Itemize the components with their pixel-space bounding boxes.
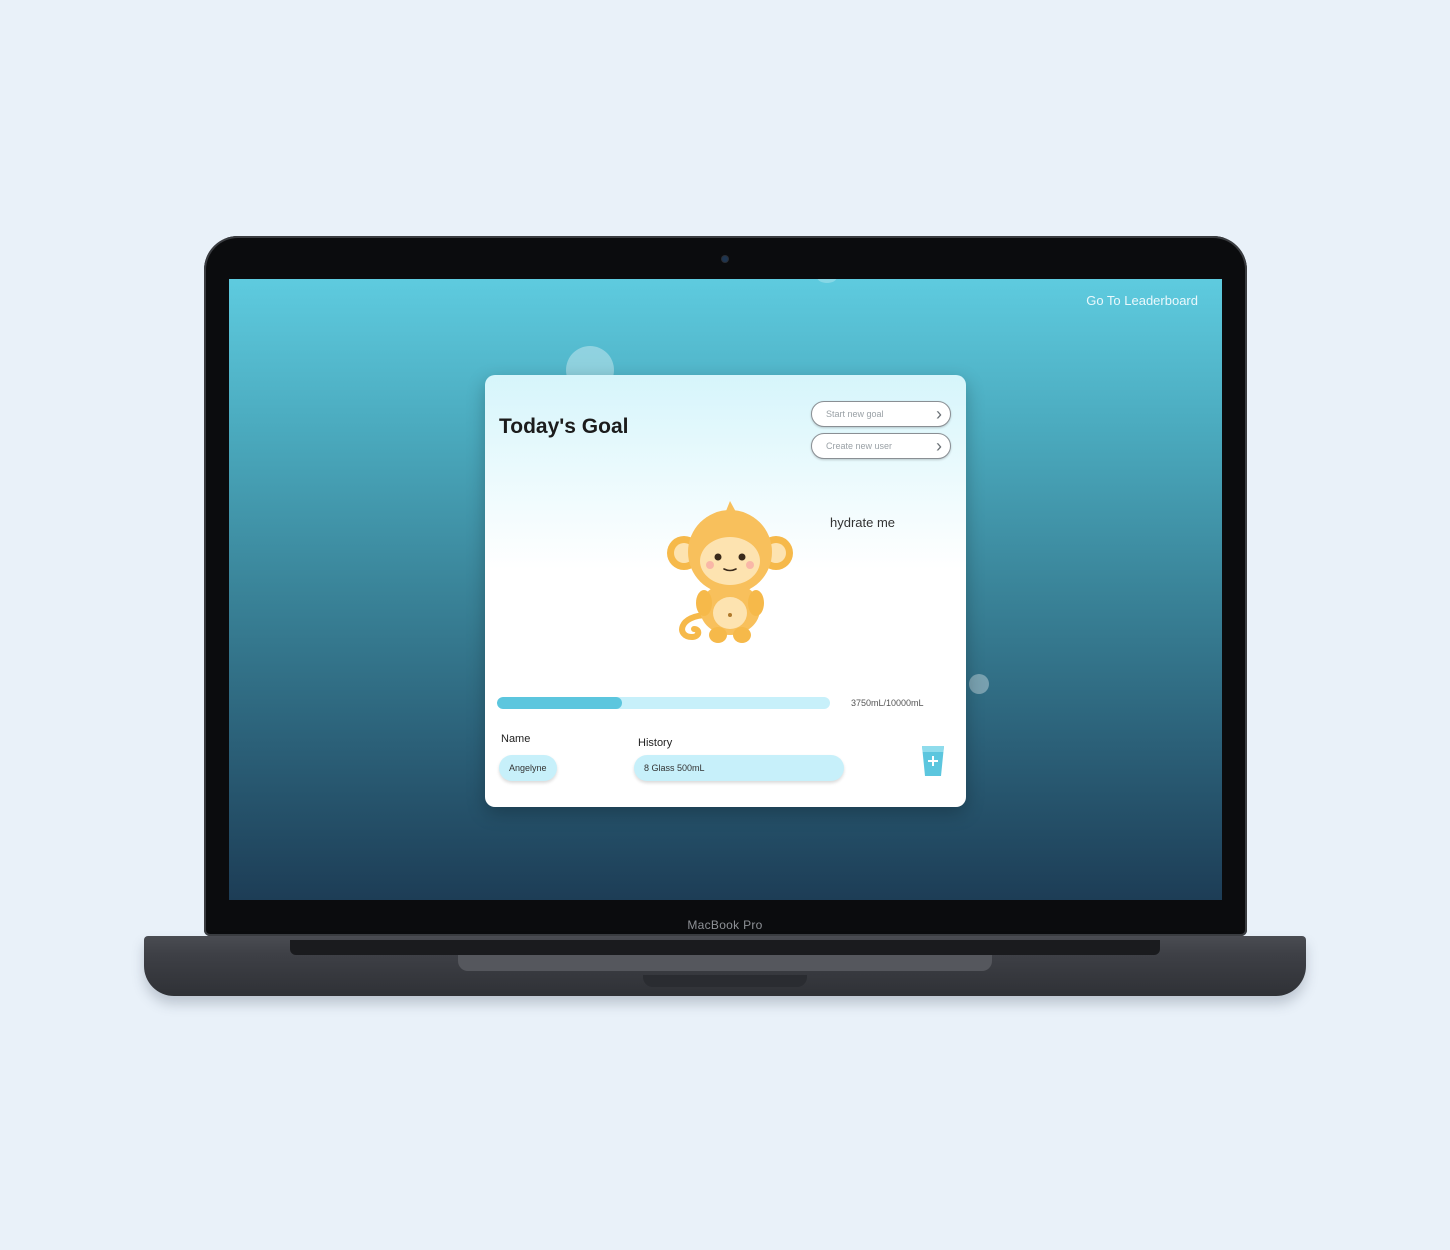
mascot-speech-text: hydrate me (830, 515, 896, 530)
keyboard-strip (290, 940, 1160, 955)
chevron-right-icon: › (936, 436, 942, 456)
history-entry: 8 Glass 500mL (634, 755, 844, 781)
progress-value-text: 3750mL/10000mL (851, 698, 924, 708)
hydration-progress-bar (497, 697, 830, 709)
page-title: Today's Goal (499, 415, 629, 438)
laptop-notch (643, 975, 807, 987)
laptop-hinge (458, 955, 992, 971)
decorative-bubble (969, 674, 989, 694)
create-new-user-label: Create new user (826, 441, 893, 451)
add-water-glass-icon[interactable] (921, 744, 945, 778)
go-to-leaderboard-link[interactable]: Go To Leaderboard (1086, 293, 1198, 308)
start-new-goal-button[interactable]: Start new goal › (811, 401, 951, 427)
chevron-right-icon: › (936, 404, 942, 424)
create-new-user-button[interactable]: Create new user › (811, 433, 951, 459)
hydration-progress-fill (497, 697, 622, 709)
decorative-bubble (817, 279, 837, 283)
user-name-field[interactable]: Angelyne (499, 755, 557, 781)
monkey-mascot-icon (667, 501, 793, 643)
app-screen: Go To Leaderboard Today's Goal Start new… (229, 279, 1222, 900)
laptop-mockup: Go To Leaderboard Today's Goal Start new… (0, 0, 1450, 1250)
history-label: History (638, 737, 673, 749)
device-label: MacBook Pro (687, 918, 763, 932)
name-label: Name (501, 733, 531, 745)
start-new-goal-label: Start new goal (826, 409, 884, 419)
webcam (722, 256, 728, 262)
goal-card: Today's Goal Start new goal › Create new… (485, 375, 966, 807)
